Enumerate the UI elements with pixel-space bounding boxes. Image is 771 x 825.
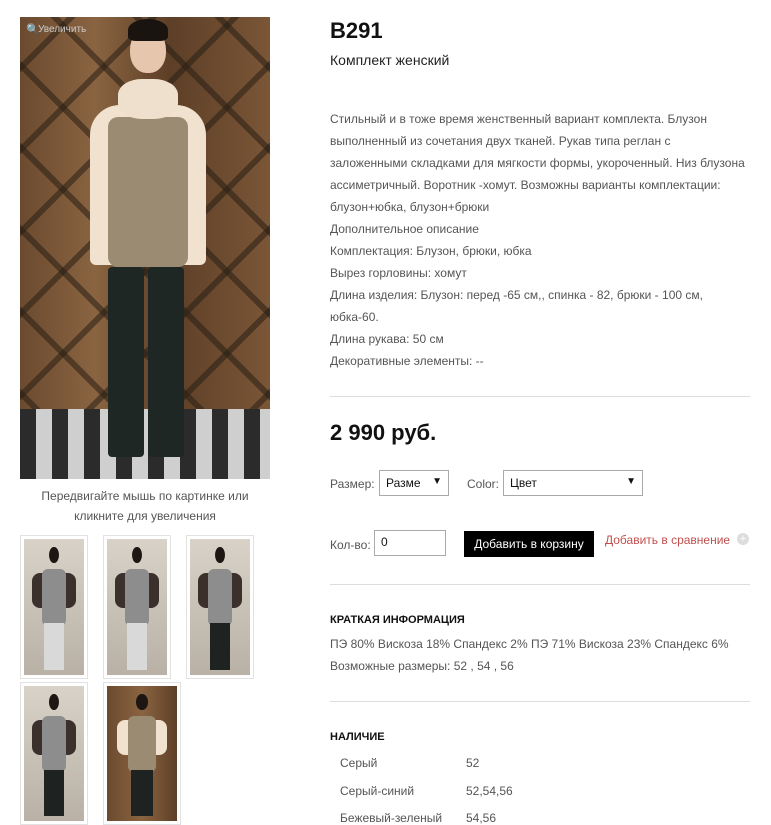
size-select-value: Разме [386,476,421,490]
description-main: Стильный и в тоже время женственный вари… [330,112,745,214]
size-select[interactable]: Разме ▼ [379,470,449,496]
model-pants-right [148,267,184,457]
zoom-hint: Передвигайте мышь по картинке или кликни… [41,489,249,523]
divider [330,584,750,585]
thumbnail-3[interactable] [186,535,254,679]
description-extra-heading: Дополнительное описание [330,222,479,236]
short-info-title: КРАТКАЯ ИНФОРМАЦИЯ [330,614,465,626]
chevron-down-icon: ▼ [432,476,442,487]
availability-color: Серый-синий [340,784,415,798]
model-vest [108,117,188,267]
product-sku: B291 [330,18,383,43]
availability-color: Серый [340,756,378,770]
product-price: 2 990 руб. [330,420,437,445]
thumbnail-1[interactable] [20,535,88,679]
qty-label: Кол-во: [330,538,371,552]
description-decor: Декоративные элементы: -- [330,354,484,368]
description-sleeve: Длина рукава: 50 см [330,332,444,346]
product-description: Стильный и в тоже время женственный вари… [330,108,750,372]
plus-circle-icon[interactable]: + [737,533,749,545]
add-to-compare-link[interactable]: Добавить в сравнение [605,533,730,547]
color-select[interactable]: Цвет ▼ [503,470,643,496]
composition-line: ПЭ 80% Вискоза 18% Спандекс 2% ПЭ 71% Ви… [330,637,729,651]
availability-row: Серый-синий 52,54,56 [340,784,740,798]
divider [330,701,750,702]
short-info: ПЭ 80% Вискоза 18% Спандекс 2% ПЭ 71% Ви… [330,633,729,677]
availability-row: Серый 52 [340,756,740,770]
main-product-image[interactable]: 🔍 Увеличить [20,17,270,479]
color-select-value: Цвет [510,476,537,490]
description-set: Комплектация: Блузон, брюки, юбка [330,244,532,258]
description-neckline: Вырез горловины: хомут [330,266,467,280]
qty-input[interactable]: 0 [374,530,446,556]
floor-pattern [20,409,270,479]
availability-sizes: 52,54,56 [466,784,513,798]
thumbnail-4[interactable] [20,682,88,825]
model-collar [118,79,178,119]
model-hair [128,19,168,41]
zoom-label[interactable]: Увеличить [38,24,86,35]
color-label: Color: [467,477,500,491]
product-subtitle: Комплект женский [330,52,450,68]
availability-sizes: 52 [466,756,480,770]
availability-title: НАЛИЧИЕ [330,731,385,743]
thumbnail-5[interactable] [103,682,181,825]
model-pants-left [108,267,144,457]
divider [330,396,750,397]
add-to-cart-button[interactable]: Добавить в корзину [464,531,594,557]
size-label: Размер: [330,477,375,491]
sizes-line: Возможные размеры: 52 , 54 , 56 [330,659,514,673]
thumbnail-2[interactable] [103,535,171,679]
description-length: Длина изделия: Блузон: перед -65 см,, сп… [330,288,703,324]
chevron-down-icon: ▼ [626,476,636,487]
